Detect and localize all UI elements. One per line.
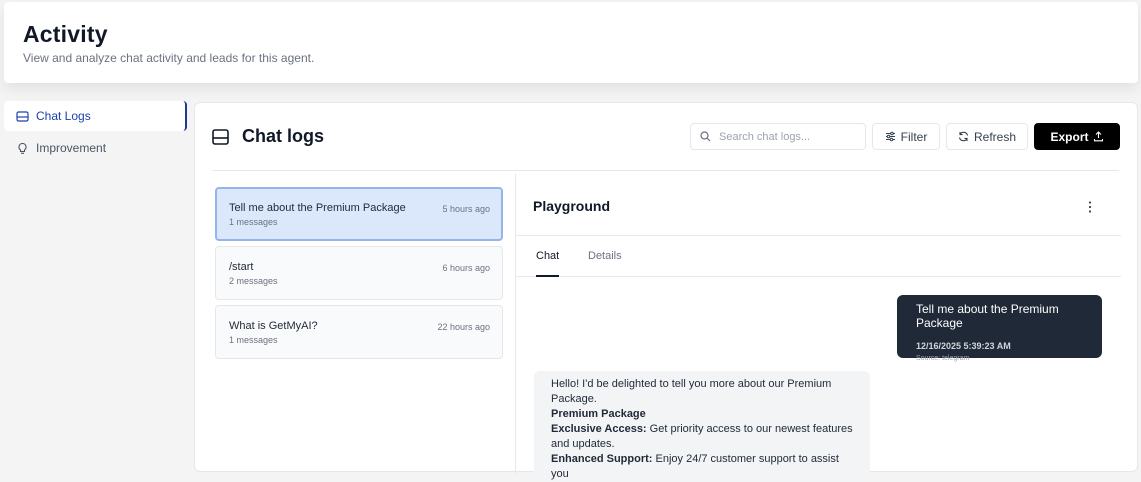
- conversation-message-count: 1 messages: [229, 335, 278, 345]
- page-subtitle: View and analyze chat activity and leads…: [23, 51, 315, 65]
- inbox-icon: [212, 128, 229, 145]
- bot-message-bullet: Enhanced Support: Enjoy 24/7 customer su…: [551, 452, 858, 482]
- filter-button-label: Filter: [900, 129, 928, 144]
- refresh-button[interactable]: Refresh: [946, 123, 1028, 150]
- panel-title: Chat logs: [242, 126, 325, 146]
- upload-icon: [1093, 131, 1103, 142]
- playground-panel: Playground Chat Details Tell me about th…: [516, 174, 1121, 481]
- search-icon: [700, 131, 711, 142]
- conversation-time: 22 hours ago: [437, 322, 490, 332]
- conversation-time: 5 hours ago: [442, 204, 490, 214]
- bot-message-bullet: Exclusive Access: Get priority access to…: [551, 422, 858, 452]
- conversation-message-count: 2 messages: [229, 276, 278, 286]
- bot-message-heading: Premium Package: [551, 408, 646, 420]
- bot-bullet-label: Exclusive Access:: [551, 423, 647, 435]
- user-message-timestamp: 12/16/2025 5:39:23 AM: [916, 341, 1011, 351]
- chat-logs-panel: Chat logs Filter Refresh Export Tell me …: [194, 102, 1138, 481]
- sidebar: Chat Logs Improvement: [4, 101, 187, 165]
- refresh-icon: [958, 131, 969, 142]
- playground-title: Playground: [533, 198, 611, 214]
- user-message-text: Tell me about the Premium Package: [916, 302, 1059, 330]
- search-input[interactable]: [719, 130, 859, 143]
- conversation-list: Tell me about the Premium Package 1 mess…: [215, 187, 503, 364]
- tab-chat[interactable]: Chat: [536, 250, 560, 277]
- playground-header: Playground: [516, 174, 1121, 236]
- page-header: Activity View and analyze chat activity …: [4, 2, 1138, 83]
- page-title: Activity: [23, 21, 108, 47]
- sidebar-item-chat-logs[interactable]: Chat Logs: [4, 101, 187, 131]
- conversation-time: 6 hours ago: [442, 263, 490, 273]
- conversation-item[interactable]: What is GetMyAI? 1 messages 22 hours ago: [215, 305, 503, 359]
- refresh-button-label: Refresh: [973, 129, 1017, 144]
- conversation-item[interactable]: Tell me about the Premium Package 1 mess…: [215, 187, 503, 241]
- lightbulb-icon: [18, 142, 27, 154]
- filter-button[interactable]: Filter: [872, 123, 940, 150]
- sidebar-item-improvement[interactable]: Improvement: [4, 133, 187, 163]
- sidebar-item-label: Chat Logs: [36, 109, 91, 123]
- sliders-icon: [885, 131, 895, 142]
- inbox-icon: [16, 110, 29, 122]
- user-message-source: Source: telegram: [916, 355, 970, 362]
- export-button-label: Export: [1050, 129, 1089, 144]
- panel-title-group: Chat logs: [212, 126, 324, 147]
- search-box[interactable]: [690, 123, 866, 150]
- bot-bullet-label: Enhanced Support:: [551, 453, 653, 465]
- more-vertical-icon[interactable]: [1087, 200, 1093, 214]
- panel-header: Chat logs Filter Refresh Export: [212, 123, 1120, 171]
- conversation-message-count: 1 messages: [229, 217, 278, 227]
- conversation-item[interactable]: /start 2 messages 6 hours ago: [215, 246, 503, 300]
- user-message-bubble: Tell me about the Premium Package 12/16/…: [897, 295, 1102, 362]
- bot-message-bubble: Hello! I'd be delighted to tell you more…: [534, 371, 870, 481]
- playground-tabs: Chat Details: [516, 236, 1121, 277]
- sidebar-item-label: Improvement: [36, 141, 107, 155]
- bot-message-intro: Hello! I'd be delighted to tell you more…: [551, 378, 832, 405]
- tab-details[interactable]: Details: [588, 250, 622, 262]
- export-button[interactable]: Export: [1034, 123, 1120, 150]
